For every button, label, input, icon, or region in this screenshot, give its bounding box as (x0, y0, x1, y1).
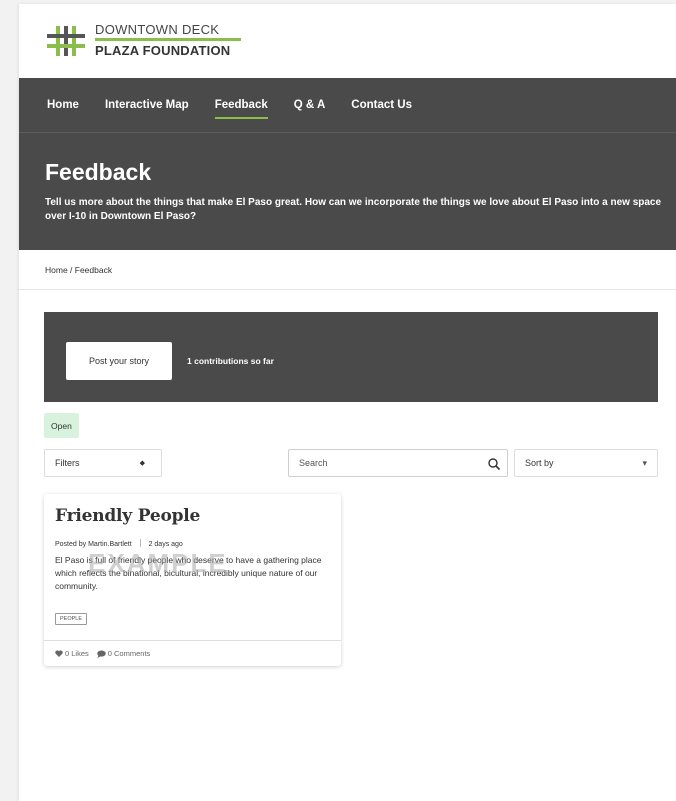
story-card[interactable]: Friendly People Posted by Martin.Bartlet… (44, 494, 341, 666)
story-title[interactable]: Friendly People (55, 506, 200, 526)
main-nav: Home Interactive Map Feedback Q & A Cont… (19, 78, 676, 132)
hash-logo-icon[interactable] (47, 26, 85, 56)
logo-divider (95, 38, 241, 41)
heart-icon (55, 650, 63, 657)
story-meta: Posted by Martin.Bartlett 2 days ago (55, 539, 183, 548)
page-description: Tell us more about the things that make … (45, 197, 662, 222)
category-tag[interactable]: PEOPLE (55, 613, 88, 625)
logo-line-1: DOWNTOWN DECK (95, 22, 220, 37)
page: DOWNTOWN DECK PLAZA FOUNDATION Home Inte… (19, 4, 676, 801)
header: DOWNTOWN DECK PLAZA FOUNDATION (19, 4, 676, 78)
breadcrumb[interactable]: Home / Feedback (19, 250, 676, 290)
comments-count: 0 Comments (107, 649, 151, 658)
contribution-banner: Post your story 1 contributions so far (44, 312, 658, 402)
likes-count: 0 Likes (65, 649, 89, 658)
story-footer: 0 Likes 0 Comments (44, 640, 341, 666)
search-placeholder: Search (299, 458, 328, 468)
comments-button[interactable]: 0 Comments (96, 649, 151, 658)
filters-dropdown[interactable]: Filters ◆ (44, 449, 162, 477)
post-story-button[interactable]: Post your story (66, 342, 172, 380)
meta-divider (139, 539, 141, 547)
contributions-count: 1 contributions so far (187, 356, 274, 366)
filters-label: Filters (55, 458, 80, 468)
search-input[interactable]: Search (288, 449, 508, 477)
search-icon[interactable] (487, 457, 501, 471)
author-prefix: Posted by (55, 541, 87, 548)
logo-text[interactable]: DOWNTOWN DECK PLAZA FOUNDATION (95, 22, 241, 58)
author-name[interactable]: Martin.Bartlett (88, 541, 132, 548)
nav-item-qa[interactable]: Q & A (294, 95, 326, 115)
chevron-down-icon: ▾ (642, 458, 647, 468)
logo-line-2: PLAZA FOUNDATION (95, 43, 231, 58)
hero-section: Feedback Tell us more about the things t… (19, 132, 676, 250)
page-title: Feedback (45, 159, 152, 185)
chevron-down-icon: ◆ (139, 460, 145, 467)
sort-label: Sort by (525, 458, 554, 468)
sort-dropdown[interactable]: Sort by ▾ (514, 449, 658, 477)
nav-item-home[interactable]: Home (47, 95, 79, 115)
post-time: 2 days ago (148, 541, 183, 548)
nav-item-interactive-map[interactable]: Interactive Map (105, 95, 189, 115)
nav-item-feedback[interactable]: Feedback (214, 95, 268, 119)
status-badge: Open (44, 413, 79, 438)
likes-button[interactable]: 0 Likes (55, 649, 89, 658)
nav-item-contact-us[interactable]: Contact Us (351, 95, 412, 115)
comment-icon (96, 649, 106, 658)
story-body: El Paso is full of friendly people who d… (55, 555, 322, 591)
